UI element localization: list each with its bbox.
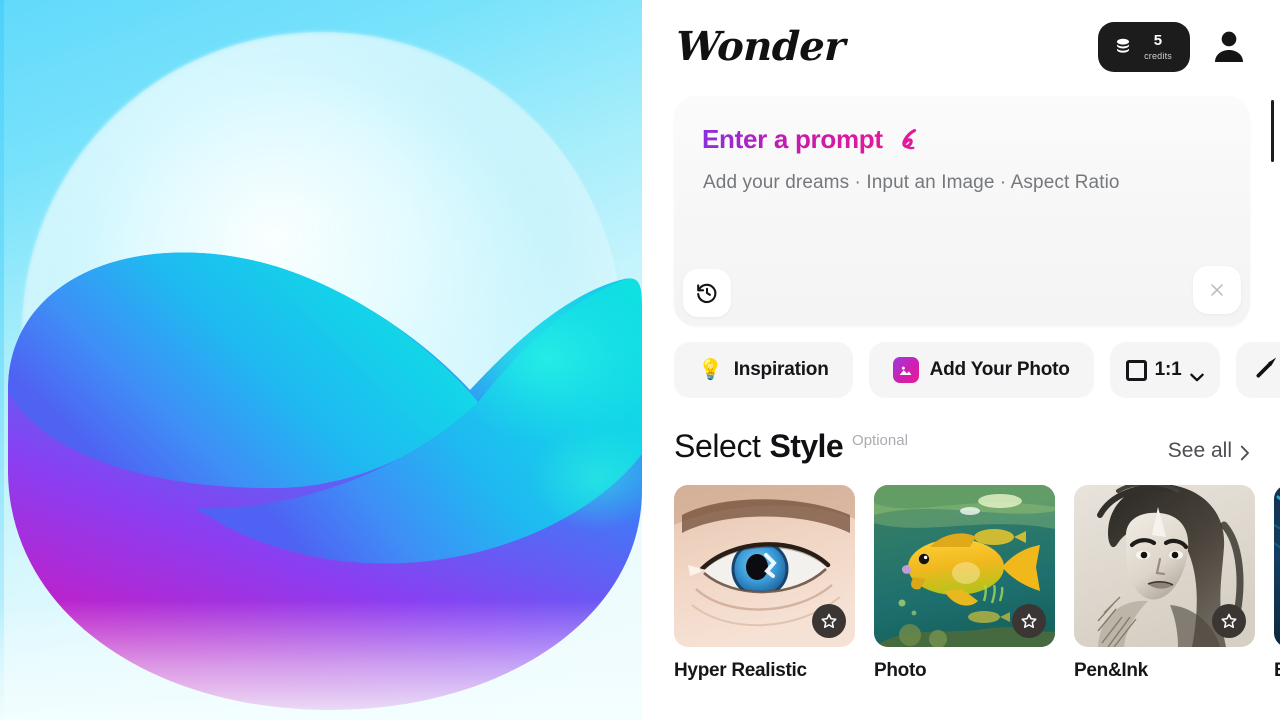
aspect-ratio-chip[interactable]: 1:1 — [1109, 342, 1220, 398]
inspiration-chip[interactable]: 💡 Inspiration — [674, 342, 853, 398]
pen-marker-icon — [893, 125, 923, 155]
style-label: Photo — [874, 660, 927, 681]
favorite-button[interactable] — [812, 604, 846, 638]
style-thumbnail[interactable] — [674, 485, 855, 647]
coins-icon — [1112, 36, 1134, 58]
options-toolbar: 💡 Inspiration Add Your Photo 1:1 — [674, 342, 1280, 398]
prompt-clear-button[interactable] — [1193, 266, 1241, 314]
app-panel: Wonder 5 credits Enter a prompt Add your… — [642, 0, 1280, 720]
square-ratio-icon — [1125, 359, 1147, 381]
tools-chip[interactable] — [1235, 342, 1280, 398]
section-title: Select Style Optional — [674, 428, 908, 465]
splash-panel — [0, 0, 642, 720]
star-icon — [821, 613, 837, 628]
header-actions: 5 credits — [1098, 22, 1252, 72]
favorite-button[interactable] — [1212, 604, 1246, 638]
credits-text: 5 credits — [1144, 33, 1172, 61]
prompt-history-button[interactable] — [683, 269, 731, 317]
star-icon — [1221, 613, 1237, 628]
image-gradient-icon — [892, 357, 919, 383]
select-style-header: Select Style Optional See all — [674, 428, 1250, 465]
add-your-photo-chip-label: Add Your Photo — [929, 359, 1070, 380]
style-card[interactable]: Hyper Realistic — [674, 485, 855, 682]
style-label: Hyper Realistic — [674, 660, 807, 681]
app-header: Wonder 5 credits — [642, 0, 1280, 80]
style-thumbnail[interactable] — [1274, 485, 1280, 647]
close-icon — [1211, 284, 1223, 296]
avatar[interactable] — [1206, 24, 1252, 70]
user-avatar-icon — [1215, 31, 1243, 62]
style-thumbnail[interactable] — [1074, 485, 1255, 647]
prompt-placeholder: Add your dreams · Input an Image · Aspec… — [703, 172, 1120, 193]
section-title-bold: Style — [769, 428, 844, 464]
style-card[interactable]: E — [1274, 485, 1280, 682]
credits-amount: 5 — [1153, 32, 1163, 49]
vertical-scrollbar-thumb[interactable] — [1271, 100, 1274, 162]
inspiration-chip-label: Inspiration — [733, 359, 829, 380]
prompt-card[interactable]: Enter a prompt Add your dreams · Input a… — [674, 96, 1250, 326]
style-card[interactable]: Photo — [874, 485, 1055, 682]
app-logo: Wonder — [675, 23, 846, 70]
style-cards-row: Hyper Realistic Photo Pen&Ink — [674, 485, 1280, 682]
credits-label: credits — [1144, 51, 1172, 61]
style-card[interactable]: Pen&Ink — [1074, 485, 1255, 682]
optional-label: Optional — [852, 432, 908, 449]
add-your-photo-chip[interactable]: Add Your Photo — [868, 342, 1094, 398]
magic-wand-icon — [1254, 354, 1280, 386]
star-icon — [1021, 613, 1037, 628]
prompt-title-text: Enter a prompt — [702, 124, 883, 154]
wonder-logo-mark — [0, 240, 642, 720]
see-all-label: See all — [1167, 439, 1232, 462]
see-all-button[interactable]: See all — [1168, 439, 1250, 465]
style-label: Pen&Ink — [1074, 660, 1148, 681]
lightbulb-icon: 💡 — [698, 359, 723, 381]
aspect-ratio-chip-label: 1:1 — [1154, 359, 1182, 380]
prompt-title: Enter a prompt — [702, 124, 923, 155]
style-label: E — [1274, 660, 1280, 682]
credits-badge[interactable]: 5 credits — [1098, 22, 1190, 72]
epic-artwork — [1274, 485, 1280, 647]
favorite-button[interactable] — [1012, 604, 1046, 638]
app-root: Wonder 5 credits Enter a prompt Add your… — [0, 0, 1280, 720]
chevron-down-icon — [1189, 366, 1204, 382]
chevron-right-icon — [1240, 443, 1250, 461]
section-title-light: Select — [674, 428, 761, 464]
history-icon — [697, 283, 717, 304]
style-thumbnail[interactable] — [874, 485, 1055, 647]
